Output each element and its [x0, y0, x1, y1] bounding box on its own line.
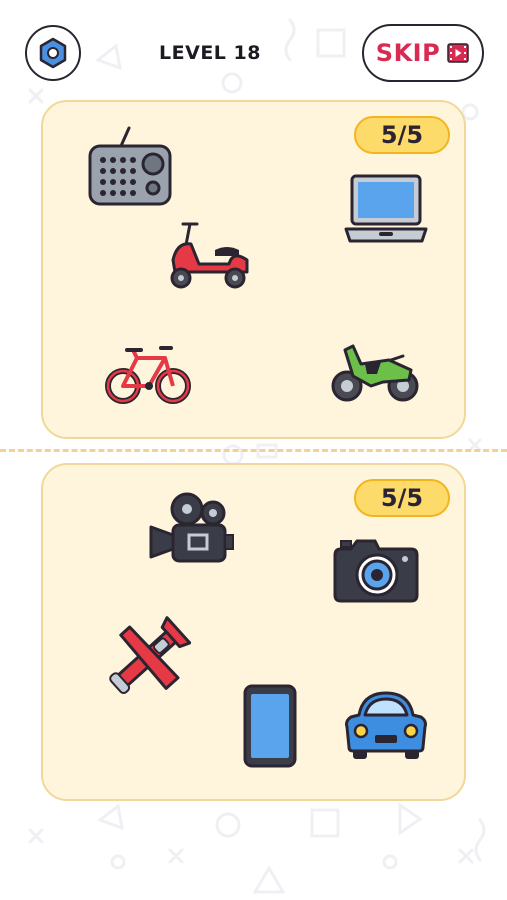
level-title: LEVEL 18 [159, 42, 261, 64]
video-ad-icon [447, 43, 469, 63]
laptop-item[interactable] [343, 173, 429, 245]
photo-camera-item[interactable] [333, 537, 419, 603]
car-item[interactable] [343, 687, 429, 763]
settings-button[interactable] [25, 25, 81, 81]
found-counter: 5/5 [354, 479, 450, 517]
laptop-icon [344, 174, 428, 243]
motorcycle-icon [331, 344, 419, 402]
hexagon-settings-icon [39, 37, 67, 69]
airplane-item[interactable] [99, 615, 191, 703]
smartphone-icon [243, 684, 297, 768]
motorcycle-item[interactable] [331, 340, 419, 406]
radio-icon [88, 126, 172, 206]
top-panel: 5/5 [41, 100, 466, 439]
bicycle-item[interactable] [105, 340, 191, 406]
scooter-icon [170, 222, 249, 289]
found-counter: 5/5 [354, 116, 450, 154]
airplane-icon [109, 616, 191, 695]
skip-button[interactable]: SKIP [362, 24, 484, 82]
movie-camera-icon [149, 492, 234, 563]
bicycle-icon [105, 346, 191, 404]
top-bar: LEVEL 18 SKIP [0, 0, 507, 110]
panel-divider [0, 449, 507, 452]
radio-item[interactable] [87, 124, 173, 206]
smartphone-item[interactable] [243, 684, 297, 768]
skip-label: SKIP [375, 39, 441, 67]
car-icon [345, 691, 427, 759]
photo-camera-icon [333, 539, 419, 603]
scooter-item[interactable] [163, 220, 253, 290]
bottom-panel: 5/5 [41, 463, 466, 801]
movie-camera-item[interactable] [147, 491, 235, 567]
